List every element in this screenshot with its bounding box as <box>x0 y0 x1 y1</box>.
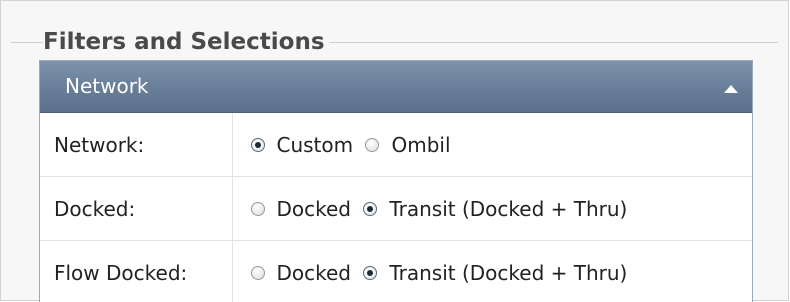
docked-transit-radio[interactable] <box>363 201 378 216</box>
network-options: Custom Ombil <box>232 113 752 177</box>
collapse-triangle-icon[interactable] <box>724 85 738 93</box>
network-ombil-option[interactable]: Ombil <box>365 132 451 157</box>
network-custom-label: Custom <box>276 132 354 157</box>
docked-docked-option[interactable]: Docked <box>250 196 352 221</box>
panel-title: Network <box>65 74 149 98</box>
network-ombil-label: Ombil <box>391 132 451 157</box>
table-row: Flow Docked: Docked Transit (Docked + Th… <box>40 240 752 302</box>
table-row: Network: Custom Ombil <box>40 113 752 177</box>
flow-docked-docked-label: Docked <box>276 260 352 285</box>
flow-docked-transit-option[interactable]: Transit (Docked + Thru) <box>363 261 627 285</box>
docked-docked-label: Docked <box>276 196 352 221</box>
network-ombil-radio[interactable] <box>365 137 380 152</box>
network-label: Network: <box>40 113 233 177</box>
network-custom-radio[interactable] <box>250 137 265 152</box>
network-custom-option[interactable]: Custom <box>250 132 354 157</box>
docked-transit-option[interactable]: Transit (Docked + Thru) <box>363 197 627 221</box>
docked-label: Docked: <box>40 176 233 241</box>
docked-transit-label: Transit (Docked + Thru) <box>389 196 628 221</box>
network-panel-header[interactable]: Network <box>40 61 752 113</box>
flow-docked-label: Flow Docked: <box>40 240 233 302</box>
table-row: Docked: Docked Transit (Docked + Thru) <box>40 176 752 241</box>
filters-table: Network: Custom Ombil Docked: Docked Tra… <box>40 113 752 302</box>
flow-docked-docked-radio[interactable] <box>250 265 265 280</box>
fieldset-legend: Filters and Selections <box>43 27 329 57</box>
filters-fieldset: Filters and Selections Network Network: … <box>0 0 789 302</box>
flow-docked-transit-radio[interactable] <box>363 265 378 280</box>
flow-docked-docked-option[interactable]: Docked <box>250 260 352 285</box>
flow-docked-options: Docked Transit (Docked + Thru) <box>232 240 752 302</box>
docked-docked-radio[interactable] <box>250 201 265 216</box>
docked-options: Docked Transit (Docked + Thru) <box>232 176 752 241</box>
network-panel: Network Network: Custom Ombil Docked: Do… <box>39 60 753 302</box>
flow-docked-transit-label: Transit (Docked + Thru) <box>389 260 628 285</box>
